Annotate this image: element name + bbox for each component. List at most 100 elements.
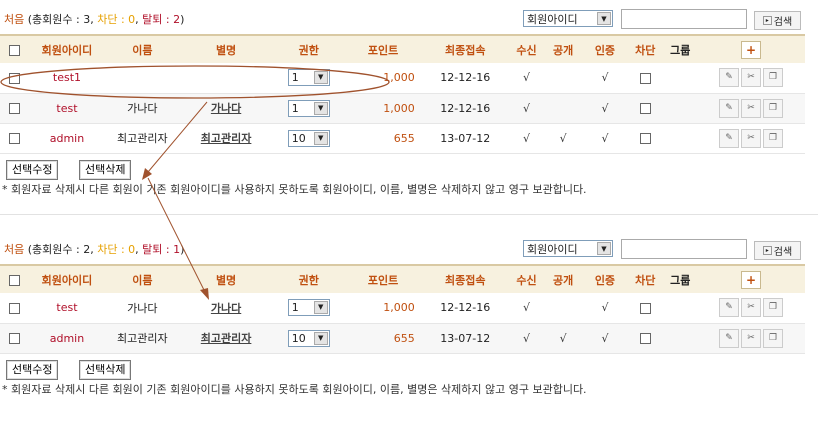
- level-select[interactable]: 1 ▼: [287, 299, 330, 317]
- select-all-checkbox[interactable]: [9, 274, 21, 286]
- group-cell: [664, 63, 697, 93]
- member-point: 655: [393, 331, 415, 345]
- member-nick-link[interactable]: 최고관리자: [201, 332, 252, 345]
- open-flag: √: [559, 131, 567, 145]
- search-icon: ▸: [762, 16, 772, 25]
- member-list-panel-2: 처음 (총회원수 : 2, 차단 : 0, 탈퇴 : 1) 회원아이디 ▼ ▸ 검색 회원…: [0, 236, 805, 398]
- row-checkbox[interactable]: [9, 333, 21, 344]
- pencil-icon[interactable]: ✎: [719, 298, 740, 318]
- search-button[interactable]: ▸ 검색: [754, 241, 801, 260]
- level-select[interactable]: 10 ▼: [287, 129, 330, 147]
- row-checkbox[interactable]: [9, 72, 21, 84]
- table-row: test1 1 ▼ 1,000 12-12-16 √ √ ✎ ✂ ❐: [0, 63, 805, 93]
- column-header: 별명: [215, 273, 237, 287]
- member-point: 1,000: [383, 71, 415, 85]
- group-cell: [664, 93, 697, 123]
- level-select[interactable]: 10 ▼: [287, 329, 330, 347]
- copy-icon[interactable]: ❐: [763, 128, 784, 148]
- column-header: 최종접속: [444, 43, 486, 57]
- copy-icon[interactable]: ❐: [763, 98, 784, 118]
- member-id: test: [56, 101, 78, 115]
- summary-bar: 처음 (총회원수 : 3, 차단 : 0, 탈퇴 : 2) 회원아이디 ▼ ▸ 검색: [0, 6, 805, 34]
- search-field-value: 회원아이디: [527, 12, 578, 26]
- row-checkbox[interactable]: [9, 302, 21, 314]
- summary-close: ): [180, 243, 185, 256]
- last-login: 13-07-12: [440, 131, 491, 145]
- table-row: test 가나다 가나다 1 ▼ 1,000 12-12-16 √ √ ✎ ✂ ❐: [0, 93, 805, 123]
- last-login: 12-12-16: [440, 71, 491, 85]
- copy-icon[interactable]: ❐: [763, 328, 784, 348]
- scissors-icon[interactable]: ✂: [741, 98, 762, 118]
- search-input[interactable]: [621, 239, 747, 259]
- section-divider: [0, 214, 818, 215]
- block-checkbox[interactable]: [639, 72, 651, 84]
- column-header: 이름: [132, 273, 153, 287]
- select-edit-button[interactable]: 선택수정: [6, 359, 59, 380]
- member-table: 회원아이디 이름 별명 권한 포인트 최종접속 수신 공개 인증 차단 그룹 + test 가나다 가나다 1…: [0, 264, 805, 354]
- search-field-select[interactable]: 회원아이디 ▼: [523, 10, 613, 27]
- pencil-icon[interactable]: ✎: [719, 328, 740, 348]
- select-delete-button[interactable]: 선택삭제: [79, 359, 132, 380]
- cert-flag: √: [601, 71, 609, 85]
- row-checkbox[interactable]: [9, 103, 21, 114]
- chevron-down-icon: ▼: [313, 101, 328, 115]
- scissors-icon[interactable]: ✂: [741, 68, 762, 88]
- open-flag: [543, 93, 583, 123]
- table-header-row: 회원아이디 이름 별명 권한 포인트 최종접속 수신 공개 인증 차단 그룹 +: [0, 265, 805, 293]
- level-select[interactable]: 1 ▼: [287, 69, 330, 87]
- first-link[interactable]: 처음: [4, 13, 24, 26]
- open-flag: √: [559, 331, 567, 345]
- scissors-icon[interactable]: ✂: [741, 298, 762, 318]
- receive-flag: √: [522, 331, 530, 345]
- table-row: admin 최고관리자 최고관리자 10 ▼ 655 13-07-12 √ √ √ ✎ ✂ ❐: [0, 323, 805, 353]
- block-checkbox[interactable]: [639, 302, 651, 314]
- search-icon: ▸: [762, 246, 772, 255]
- action-bar: 선택수정 선택삭제: [0, 154, 805, 182]
- block-checkbox[interactable]: [639, 133, 651, 144]
- member-name: 최고관리자: [117, 132, 168, 145]
- level-value: 1: [291, 101, 299, 115]
- cert-flag: √: [601, 331, 609, 345]
- member-nick-link[interactable]: 가나다: [211, 302, 241, 315]
- column-header: 이름: [132, 43, 153, 57]
- ban-count: 차단 : 0: [97, 243, 136, 256]
- receive-flag: √: [522, 71, 530, 85]
- last-login: 13-07-12: [440, 331, 491, 345]
- notice-text: * 회원자료 삭제시 다른 회원이 기존 회원아이디를 사용하지 못하도록 회원…: [2, 382, 587, 396]
- scissors-icon[interactable]: ✂: [741, 328, 762, 348]
- select-all-checkbox[interactable]: [9, 44, 21, 56]
- pencil-icon[interactable]: ✎: [719, 128, 740, 148]
- select-edit-button[interactable]: 선택수정: [6, 159, 59, 180]
- level-select[interactable]: 1 ▼: [287, 99, 330, 117]
- member-list-panel-1: 처음 (총회원수 : 3, 차단 : 0, 탈퇴 : 2) 회원아이디 ▼ ▸ 검색 회원…: [0, 6, 805, 198]
- member-name: [105, 63, 180, 93]
- pencil-icon[interactable]: ✎: [719, 68, 740, 88]
- table-header-row: 회원아이디 이름 별명 권한 포인트 최종접속 수신 공개 인증 차단 그룹 +: [0, 35, 805, 63]
- cert-flag: √: [601, 131, 609, 145]
- pencil-icon[interactable]: ✎: [719, 98, 740, 118]
- group-cell: [664, 323, 697, 353]
- row-checkbox[interactable]: [9, 133, 21, 144]
- total-count: (총회원수 : 2,: [27, 243, 94, 256]
- block-checkbox[interactable]: [639, 333, 651, 344]
- plus-icon[interactable]: +: [741, 40, 762, 59]
- block-checkbox[interactable]: [639, 103, 651, 114]
- plus-icon[interactable]: +: [741, 270, 762, 289]
- search-input[interactable]: [621, 9, 747, 29]
- search-field-select[interactable]: 회원아이디 ▼: [523, 240, 613, 257]
- scissors-icon[interactable]: ✂: [741, 128, 762, 148]
- member-nick-link[interactable]: 최고관리자: [201, 132, 252, 145]
- select-delete-button[interactable]: 선택삭제: [79, 159, 132, 180]
- member-nick-link[interactable]: 가나다: [211, 102, 241, 115]
- notice-text: * 회원자료 삭제시 다른 회원이 기존 회원아이디를 사용하지 못하도록 회원…: [2, 182, 587, 196]
- column-header: 인증: [594, 273, 616, 287]
- table-row: test 가나다 가나다 1 ▼ 1,000 12-12-16 √ √ ✎ ✂ ❐: [0, 293, 805, 323]
- column-header: 수신: [516, 43, 537, 57]
- summary-close: ): [180, 13, 185, 26]
- chevron-down-icon: ▼: [597, 12, 611, 25]
- copy-icon[interactable]: ❐: [763, 68, 784, 88]
- copy-icon[interactable]: ❐: [763, 298, 784, 318]
- member-point: 1,000: [383, 101, 415, 115]
- first-link[interactable]: 처음: [4, 243, 24, 256]
- search-button[interactable]: ▸ 검색: [754, 11, 801, 30]
